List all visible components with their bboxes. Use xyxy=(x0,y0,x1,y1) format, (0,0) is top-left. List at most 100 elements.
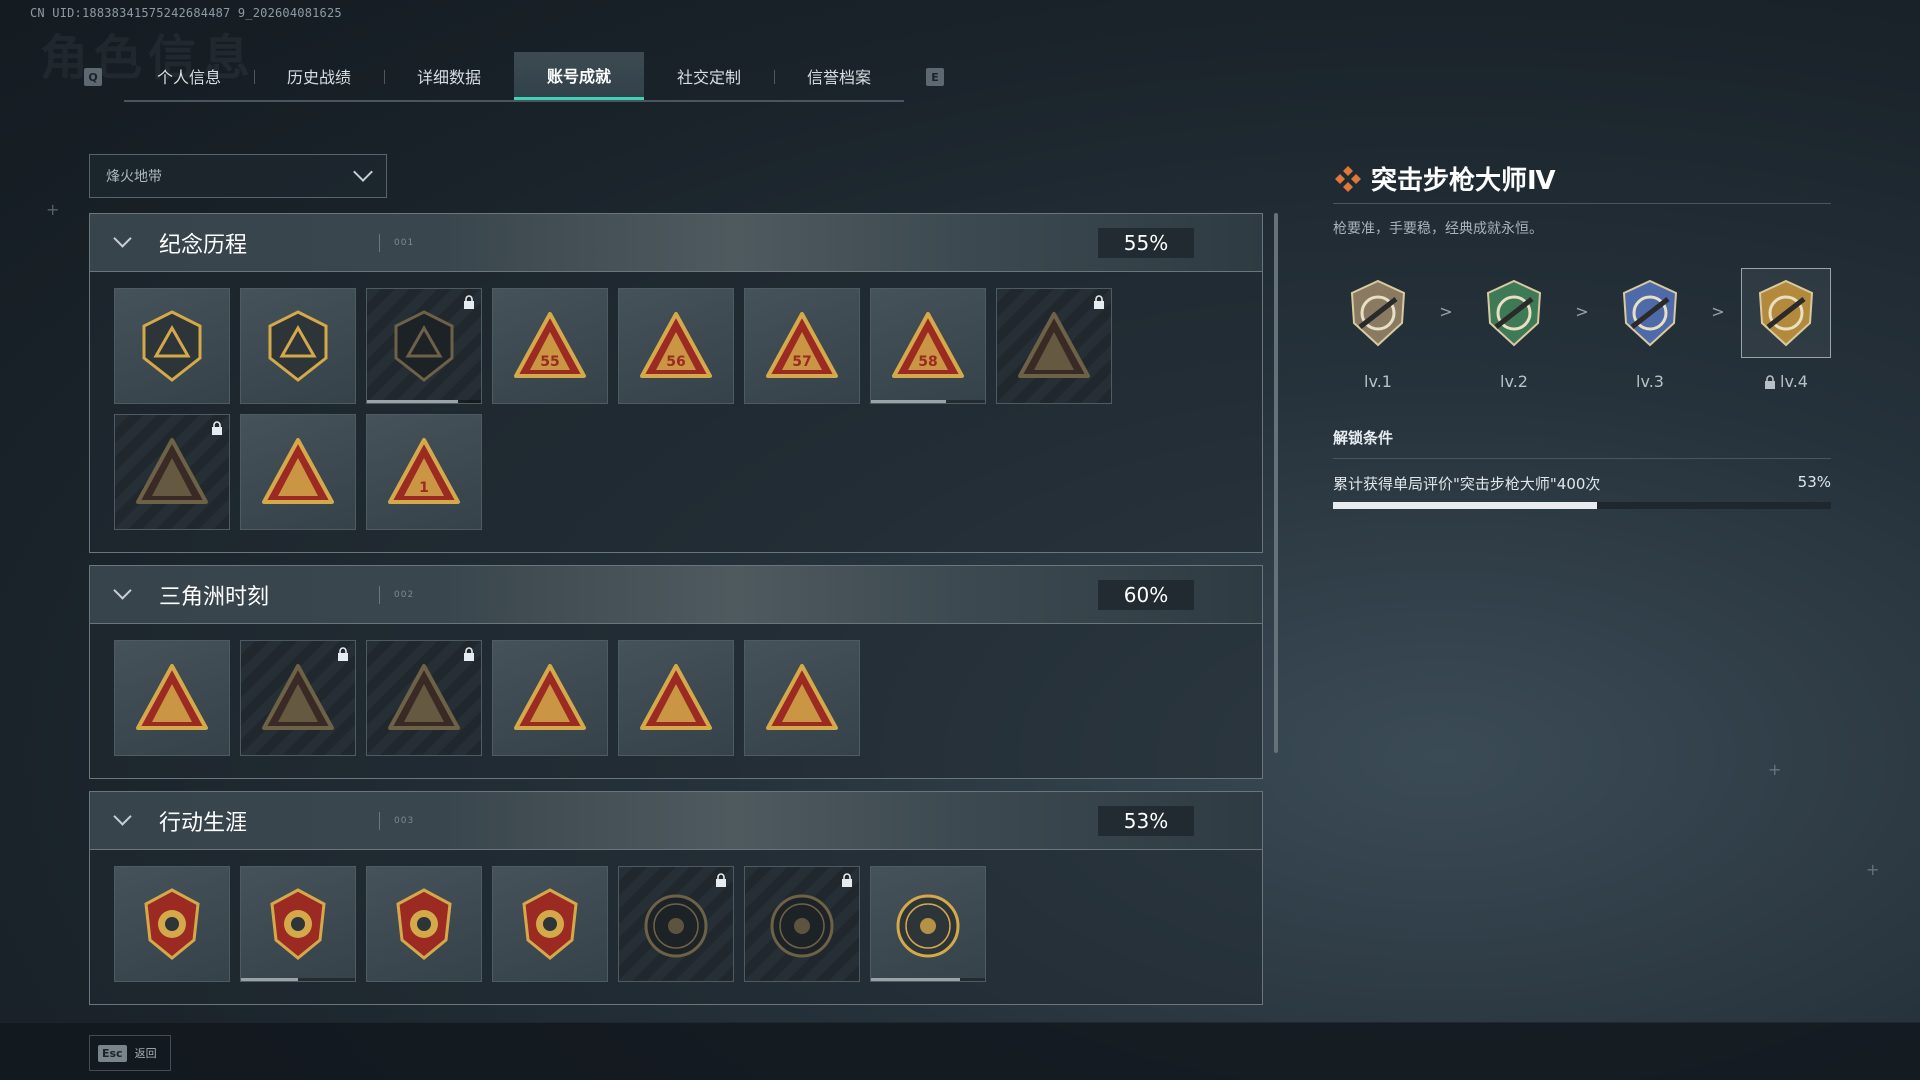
medal-tile[interactable] xyxy=(366,866,482,982)
rifle-master-badge-icon xyxy=(1486,279,1542,347)
tab-1[interactable]: 个人信息 xyxy=(124,52,254,100)
hooded-figure-medal-icon xyxy=(1018,312,1090,378)
category-title: 行动生涯 xyxy=(159,810,248,836)
chevron-down-icon xyxy=(353,162,373,182)
detail-title: 突击步枪大师Ⅳ xyxy=(1371,166,1556,196)
medal-tile[interactable]: 1 xyxy=(366,414,482,530)
level-item[interactable]: lv.2 xyxy=(1469,268,1559,391)
medal-grid xyxy=(90,624,1262,778)
lock-icon xyxy=(1765,374,1776,389)
lock-icon xyxy=(464,295,474,309)
plus-decoration: + xyxy=(46,200,60,219)
chevron-down-icon xyxy=(113,581,132,600)
tab-3[interactable]: 详细数据 xyxy=(384,52,514,100)
squad-medal-icon xyxy=(640,664,712,730)
achievement-category: 三角洲时刻 002 60% xyxy=(89,565,1263,779)
number-one-medal-icon: 1 xyxy=(388,438,460,504)
level-item[interactable]: lv.1 xyxy=(1333,268,1423,391)
category-percent: 55% xyxy=(1098,228,1194,258)
level-arrow: > xyxy=(1439,302,1453,321)
medal-tile[interactable] xyxy=(744,640,860,756)
medal-tile[interactable] xyxy=(492,640,608,756)
mode-dropdown[interactable]: 烽火地带 xyxy=(89,154,387,198)
medal-tile[interactable]: 55 xyxy=(492,288,608,404)
detail-description: 枪要准，手要稳，经典成就永恒。 xyxy=(1333,221,1543,237)
condition-text: 累计获得单局评价"突击步枪大师"400次 xyxy=(1333,475,1601,493)
chevron-down-icon xyxy=(113,807,132,826)
star-skull-badge-icon xyxy=(144,888,200,960)
level-item[interactable]: lv.4 xyxy=(1741,268,1831,391)
plus-decoration: + xyxy=(1866,860,1880,879)
medal-tile[interactable] xyxy=(996,288,1112,404)
triangle-emblem-icon xyxy=(142,310,202,382)
medal-tile[interactable] xyxy=(870,866,986,982)
golden-bird-medal-icon xyxy=(262,438,334,504)
medal-progress-fill xyxy=(871,978,960,981)
unlock-condition: 累计获得单局评价"突击步枪大师"400次 53% xyxy=(1333,473,1831,494)
medal-tile[interactable] xyxy=(114,288,230,404)
tab-2[interactable]: 历史战绩 xyxy=(254,52,384,100)
medal-tile[interactable] xyxy=(240,288,356,404)
svg-text:57: 57 xyxy=(792,354,811,370)
category-header[interactable]: 纪念历程 001 55% xyxy=(90,214,1262,272)
plus-decoration: + xyxy=(1768,760,1782,779)
category-header[interactable]: 三角洲时刻 002 60% xyxy=(90,566,1262,624)
eye-coin-icon xyxy=(896,894,960,958)
mode-dropdown-value: 烽火地带 xyxy=(106,169,162,185)
medal-tile[interactable] xyxy=(366,640,482,756)
medal-tile[interactable] xyxy=(240,866,356,982)
medal-tile[interactable] xyxy=(366,288,482,404)
lock-icon xyxy=(464,647,474,661)
medal-grid xyxy=(90,850,1262,1004)
medal-tile[interactable]: 58 xyxy=(870,288,986,404)
chevron-down-icon xyxy=(113,229,132,248)
category-code: 002 xyxy=(394,589,415,600)
medal-progress-bar xyxy=(871,400,985,403)
medal-tile[interactable] xyxy=(114,640,230,756)
supply-box-medal-icon xyxy=(136,664,208,730)
scrollbar[interactable] xyxy=(1274,213,1278,753)
svg-text:1: 1 xyxy=(419,480,429,496)
medal-tile[interactable] xyxy=(744,866,860,982)
condition-progress-bar xyxy=(1333,502,1831,509)
tab-5[interactable]: 社交定制 xyxy=(644,52,774,100)
category-code: 001 xyxy=(394,237,415,248)
tab-6[interactable]: 信誉档案 xyxy=(774,52,904,100)
rocket-medal-icon xyxy=(766,664,838,730)
back-button[interactable]: Esc 返回 xyxy=(89,1035,171,1071)
medal-progress-bar xyxy=(871,978,985,981)
medal-tile[interactable] xyxy=(618,640,734,756)
category-code: 003 xyxy=(394,815,415,826)
tabs: 个人信息 历史战绩 详细数据 账号成就 社交定制 信誉档案 xyxy=(124,52,904,102)
back-label: 返回 xyxy=(134,1047,157,1060)
next-tab-key[interactable]: E xyxy=(926,68,944,86)
medal-tile[interactable] xyxy=(114,414,230,530)
footer: Esc 返回 xyxy=(0,1022,1920,1080)
detail-header: 突击步枪大师Ⅳ xyxy=(1333,160,1831,204)
level-label: lv.3 xyxy=(1636,372,1664,391)
season-57-medal-icon: 57 xyxy=(766,312,838,378)
medal-tile[interactable] xyxy=(492,866,608,982)
medal-tile[interactable] xyxy=(240,414,356,530)
level-badge xyxy=(1741,268,1831,358)
medal-tile[interactable]: 56 xyxy=(618,288,734,404)
medal-progress-fill xyxy=(241,978,298,981)
condition-percent: 53% xyxy=(1797,473,1831,491)
medal-tile[interactable] xyxy=(240,640,356,756)
level-list: lv.1 > lv.2 > lv.3 > lv.4 xyxy=(1333,268,1831,391)
category-header[interactable]: 行动生涯 003 53% xyxy=(90,792,1262,850)
rifle-master-badge-icon xyxy=(1758,279,1814,347)
medal-tile[interactable]: 57 xyxy=(744,288,860,404)
category-divider xyxy=(379,811,380,830)
helicopter-shield-icon xyxy=(268,310,328,382)
prev-tab-key[interactable]: Q xyxy=(84,68,102,86)
achievement-category: 纪念历程 001 55% 55 56 57 58 1 xyxy=(89,213,1263,553)
rifle-master-badge-icon xyxy=(1622,279,1678,347)
medal-tile[interactable] xyxy=(114,866,230,982)
tab-4[interactable]: 账号成就 xyxy=(514,52,644,100)
season-55-medal-icon: 55 xyxy=(514,312,586,378)
level-item[interactable]: lv.3 xyxy=(1605,268,1695,391)
medal-progress-bar xyxy=(367,400,481,403)
level-arrow: > xyxy=(1711,302,1725,321)
medal-tile[interactable] xyxy=(618,866,734,982)
